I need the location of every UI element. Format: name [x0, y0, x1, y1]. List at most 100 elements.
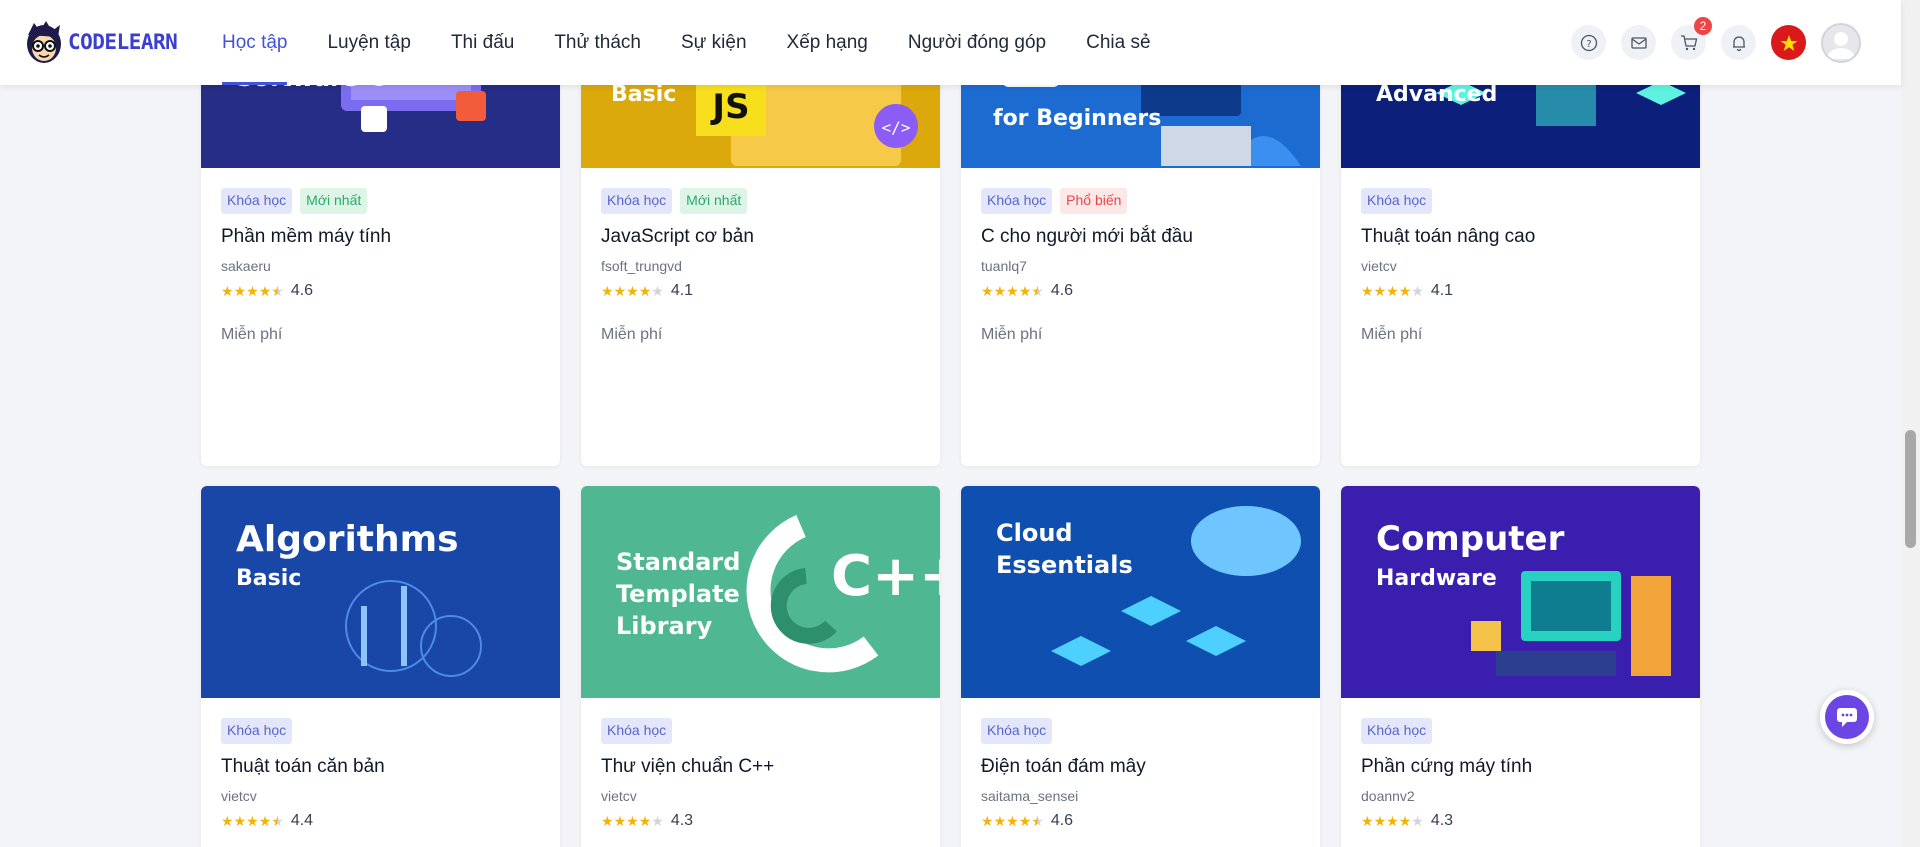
course-thumbnail: Computer Hardware: [1341, 486, 1700, 698]
notifications-button[interactable]: [1721, 25, 1756, 60]
scrollbar-thumb[interactable]: [1905, 430, 1916, 548]
thumbnail-subtitle: Basic: [611, 82, 677, 107]
rating-value: 4.6: [1050, 282, 1074, 299]
course-price: Miễn phí: [1361, 326, 1423, 343]
course-tags: Khóa học: [1361, 718, 1680, 744]
course-rating: ★★★★★ 4.4: [221, 812, 540, 830]
course-card[interactable]: Standard Template Library C++ Khóa học Thư …: [581, 486, 940, 847]
course-tags: Khóa học: [1361, 188, 1680, 214]
course-tags: Khóa học: [601, 718, 920, 744]
star-rating-icon: ★★★★★: [601, 812, 664, 829]
star-rating-icon: ★★★★★: [981, 282, 1044, 299]
help-button[interactable]: ?: [1571, 25, 1606, 60]
tag-popular: Phổ biến: [1060, 188, 1128, 214]
page-scrollbar[interactable]: [1901, 0, 1920, 847]
rating-value: 4.6: [1050, 812, 1074, 829]
cart-button[interactable]: 2: [1671, 17, 1712, 60]
course-card-body: Khóa học Phổ biến C cho người mới bắt đầu t…: [961, 168, 1320, 344]
course-title[interactable]: Thuật toán nâng cao: [1361, 226, 1680, 248]
course-card[interactable]: Cloud Essentials Khóa học Điện toán đám mây…: [961, 486, 1320, 847]
course-rating: ★★★★★ 4.6: [981, 282, 1300, 300]
chat-button[interactable]: [1820, 690, 1874, 744]
user-avatar[interactable]: [1821, 22, 1861, 63]
rating-value: 4.4: [290, 812, 314, 829]
course-card-body: Khóa học Mới nhất Phần mềm máy tính sakaeru…: [201, 168, 560, 344]
star-rating-icon: ★★★★★: [1361, 812, 1424, 829]
rating-value: 4.1: [1430, 282, 1454, 299]
course-card-body: Khóa học Thuật toán căn bản vietcv ★★★★★ 4.4: [201, 698, 560, 830]
course-author[interactable]: saitama_sensei: [981, 788, 1300, 804]
course-author[interactable]: vietcv: [601, 788, 920, 804]
rating-value: 4.3: [1430, 812, 1454, 829]
star-rating-icon: ★★★★★: [1361, 282, 1424, 299]
course-title[interactable]: C cho người mới bắt đầu: [981, 226, 1300, 248]
course-tags: Khóa học: [981, 718, 1300, 744]
thumbnail-subtitle: Hardware: [1376, 566, 1497, 591]
rating-value: 4.1: [670, 282, 694, 299]
course-title[interactable]: Thuật toán căn bản: [221, 756, 540, 778]
course-price: Miễn phí: [221, 326, 283, 343]
nav-item-6[interactable]: Người đóng góp: [908, 0, 1046, 85]
course-tags: Khóa học Phổ biến: [981, 188, 1300, 214]
course-price: Miễn phí: [601, 326, 663, 343]
course-price: Miễn phí: [981, 326, 1043, 343]
nav-item-4[interactable]: Sự kiện: [681, 0, 747, 85]
top-navbar: CODELEARN Học tập Luyện tập Thi đấu Thử thá…: [0, 0, 1901, 85]
course-author[interactable]: vietcv: [1361, 258, 1680, 274]
course-rating: ★★★★★ 4.3: [1361, 812, 1680, 830]
course-card-body: Khóa học Thuật toán nâng cao vietcv ★★★★★ 4.…: [1341, 168, 1700, 344]
course-author[interactable]: doannv2: [1361, 788, 1680, 804]
thumbnail-title: Algorithms: [236, 519, 459, 560]
course-title[interactable]: JavaScript cơ bản: [601, 226, 920, 248]
tag-course: Khóa học: [981, 188, 1053, 214]
course-thumbnail: Algorithms Basic: [201, 486, 560, 698]
thumbnail-subtitle: C++: [831, 544, 940, 609]
messages-button[interactable]: [1621, 25, 1656, 60]
user-avatar-icon: [1827, 31, 1855, 59]
nav-item-1[interactable]: Luyện tập: [327, 0, 410, 85]
course-author[interactable]: vietcv: [221, 788, 540, 804]
main-nav: Học tập Luyện tập Thi đấu Thử thách Sự kiện X…: [222, 0, 1191, 85]
course-title[interactable]: Thư viện chuẩn C++: [601, 756, 920, 778]
nav-item-3[interactable]: Thử thách: [554, 0, 641, 85]
star-rating-icon: ★★★★★: [601, 282, 664, 299]
chat-icon: [1825, 695, 1869, 739]
course-title[interactable]: Phần mềm máy tính: [221, 226, 540, 248]
course-rating: ★★★★★ 4.3: [601, 812, 920, 830]
course-card-body: Khóa học Điện toán đám mây saitama_sensei ★…: [961, 698, 1320, 830]
course-card-body: Khóa học Mới nhất JavaScript cơ bản fsoft_t…: [581, 168, 940, 344]
brand-name: CODELEARN: [68, 30, 178, 54]
nav-item-2[interactable]: Thi đấu: [451, 0, 514, 85]
language-vietnam-flag[interactable]: [1771, 25, 1806, 60]
course-author[interactable]: sakaeru: [221, 258, 540, 274]
rating-value: 4.6: [290, 282, 314, 299]
course-card[interactable]: Computer Hardware Khóa học Phần cứng máy tí…: [1341, 486, 1700, 847]
tag-course: Khóa học: [601, 188, 673, 214]
tag-new: Mới nhất: [680, 188, 748, 214]
course-thumbnail: Cloud Essentials: [961, 486, 1320, 698]
course-card-body: Khóa học Thư viện chuẩn C++ vietcv ★★★★★ 4.3: [581, 698, 940, 830]
thumbnail-subtitle: Essentials: [996, 551, 1133, 579]
course-title[interactable]: Điện toán đám mây: [981, 756, 1300, 778]
course-rating: ★★★★★ 4.6: [981, 812, 1300, 830]
course-card[interactable]: Algorithms Basic Khóa học Thuật toán căn bả…: [201, 486, 560, 847]
course-tags: Khóa học Mới nhất: [221, 188, 540, 214]
svg-text:?: ?: [1586, 39, 1591, 50]
tag-course: Khóa học: [221, 188, 293, 214]
mail-icon: [1630, 36, 1647, 49]
nav-item-5[interactable]: Xếp hạng: [787, 0, 868, 85]
course-rating: ★★★★★ 4.6: [221, 282, 540, 300]
thumbnail-subtitle: Advanced: [1376, 82, 1498, 107]
course-author[interactable]: tuanlq7: [981, 258, 1300, 274]
vietnam-flag-icon: [1780, 34, 1797, 51]
codelearn-logo[interactable]: CODELEARN: [22, 17, 178, 67]
nav-item-0[interactable]: Học tập: [222, 0, 288, 85]
nav-icons: ? 2: [1556, 0, 1861, 85]
nav-item-7[interactable]: Chia sẻ: [1086, 0, 1150, 85]
course-title[interactable]: Phần cứng máy tính: [1361, 756, 1680, 778]
tag-course: Khóa học: [1361, 718, 1433, 744]
course-author[interactable]: fsoft_trungvd: [601, 258, 920, 274]
svg-text:JS: JS: [710, 87, 749, 127]
course-rating: ★★★★★ 4.1: [1361, 282, 1680, 300]
cart-icon: [1680, 34, 1697, 50]
